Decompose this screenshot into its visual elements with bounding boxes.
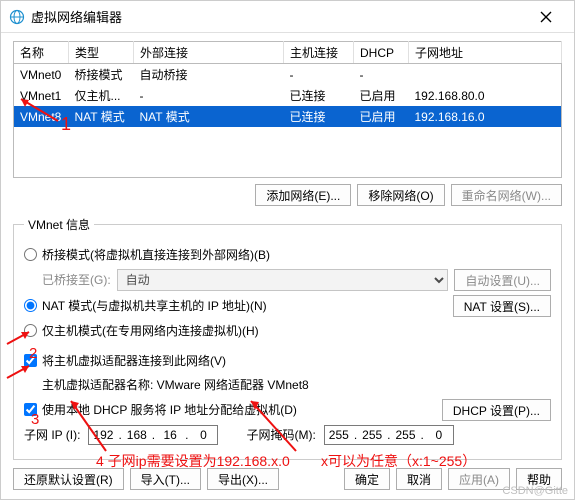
- network-table[interactable]: 名称 类型 外部连接 主机连接 DHCP 子网地址 VMnet0桥接模式自动桥接…: [13, 41, 562, 178]
- watermark: CSDN@Gitte: [502, 485, 568, 497]
- col-dhcp[interactable]: DHCP: [354, 42, 409, 64]
- use-dhcp-label: 使用本地 DHCP 服务将 IP 地址分配给虚拟机(D): [42, 401, 297, 418]
- mask-octet[interactable]: [425, 427, 453, 443]
- close-button[interactable]: [526, 1, 566, 33]
- subnet-row: 子网 IP (I): . . . 子网掩码(M): . . .: [24, 425, 551, 445]
- dhcp-settings-button[interactable]: DHCP 设置(P)...: [442, 399, 551, 421]
- nat-settings-button[interactable]: NAT 设置(S)...: [453, 295, 551, 317]
- auto-settings-button: 自动设置(U)...: [454, 269, 551, 291]
- hostonly-mode-row[interactable]: 仅主机模式(在专用网络内连接虚拟机)(H): [24, 321, 551, 341]
- col-ext[interactable]: 外部连接: [134, 42, 284, 64]
- apply-button: 应用(A): [448, 468, 510, 490]
- bridge-to-select: 自动: [117, 269, 449, 291]
- bridge-to-label: 已桥接至(G):: [42, 271, 111, 288]
- bridge-label: 桥接模式(将虚拟机直接连接到外部网络)(B): [42, 246, 270, 263]
- network-table-wrap: 名称 类型 外部连接 主机连接 DHCP 子网地址 VMnet0桥接模式自动桥接…: [13, 41, 562, 178]
- use-dhcp-row[interactable]: 使用本地 DHCP 服务将 IP 地址分配给虚拟机(D) DHCP 设置(P).…: [24, 399, 551, 421]
- use-dhcp-checkbox[interactable]: [24, 403, 37, 416]
- vmnet-info-legend: VMnet 信息: [24, 216, 94, 233]
- vmnet-info-group: VMnet 信息 桥接模式(将虚拟机直接连接到外部网络)(B) 已桥接至(G):…: [13, 216, 562, 460]
- restore-defaults-button[interactable]: 还原默认设置(R): [13, 468, 124, 490]
- remove-network-button[interactable]: 移除网络(O): [357, 184, 444, 206]
- bridge-radio[interactable]: [24, 248, 37, 261]
- titlebar: 虚拟网络编辑器: [1, 1, 574, 33]
- window-title: 虚拟网络编辑器: [31, 7, 526, 26]
- rename-network-button: 重命名网络(W)...: [451, 184, 562, 206]
- connect-adapter-label: 将主机虚拟适配器连接到此网络(V): [42, 352, 226, 369]
- subnet-ip-label: 子网 IP (I):: [24, 426, 80, 443]
- import-button[interactable]: 导入(T)...: [130, 468, 201, 490]
- table-row-selected[interactable]: VMnet8NAT 模式NAT 模式已连接已启用192.168.16.0: [14, 106, 562, 127]
- hostonly-radio[interactable]: [24, 324, 37, 337]
- ip-octet[interactable]: [89, 427, 117, 443]
- ok-button[interactable]: 确定: [344, 468, 390, 490]
- bridge-mode-row[interactable]: 桥接模式(将虚拟机直接连接到外部网络)(B): [24, 245, 551, 265]
- mask-octet[interactable]: [325, 427, 353, 443]
- adapter-name-row: 主机虚拟适配器名称: VMware 网络适配器 VMnet8: [42, 375, 551, 395]
- adapter-name-label: 主机虚拟适配器名称: VMware 网络适配器 VMnet8: [42, 376, 309, 393]
- subnet-ip-input[interactable]: . . .: [88, 425, 218, 445]
- table-row[interactable]: VMnet1仅主机...-已连接已启用192.168.80.0: [14, 85, 562, 106]
- table-row[interactable]: VMnet0桥接模式自动桥接--: [14, 64, 562, 86]
- network-buttons: 添加网络(E)... 移除网络(O) 重命名网络(W)...: [13, 184, 562, 206]
- nat-label: NAT 模式(与虚拟机共享主机的 IP 地址)(N): [42, 297, 267, 314]
- ip-octet[interactable]: [123, 427, 151, 443]
- cancel-button[interactable]: 取消: [396, 468, 442, 490]
- subnet-mask-label: 子网掩码(M):: [246, 426, 315, 443]
- hostonly-label: 仅主机模式(在专用网络内连接虚拟机)(H): [42, 322, 259, 339]
- footer-buttons: 还原默认设置(R) 导入(T)... 导出(X)... 确定 取消 应用(A) …: [13, 468, 562, 490]
- nat-mode-row[interactable]: NAT 模式(与虚拟机共享主机的 IP 地址)(N) NAT 设置(S)...: [24, 295, 551, 317]
- connect-adapter-checkbox[interactable]: [24, 354, 37, 367]
- mask-octet[interactable]: [358, 427, 386, 443]
- app-icon: [9, 9, 25, 25]
- col-subnet[interactable]: 子网地址: [409, 42, 562, 64]
- export-button[interactable]: 导出(X)...: [207, 468, 279, 490]
- ip-octet[interactable]: [189, 427, 217, 443]
- close-icon: [540, 11, 552, 23]
- connect-adapter-row[interactable]: 将主机虚拟适配器连接到此网络(V): [24, 351, 551, 371]
- col-type[interactable]: 类型: [69, 42, 134, 64]
- ip-octet[interactable]: [156, 427, 184, 443]
- table-row-empty: [14, 127, 562, 177]
- col-host[interactable]: 主机连接: [284, 42, 354, 64]
- col-name[interactable]: 名称: [14, 42, 69, 64]
- mask-octet[interactable]: [392, 427, 420, 443]
- subnet-mask-input[interactable]: . . .: [324, 425, 454, 445]
- add-network-button[interactable]: 添加网络(E)...: [255, 184, 351, 206]
- nat-radio[interactable]: [24, 299, 37, 312]
- bridge-to-row: 已桥接至(G): 自动 自动设置(U)...: [42, 269, 551, 291]
